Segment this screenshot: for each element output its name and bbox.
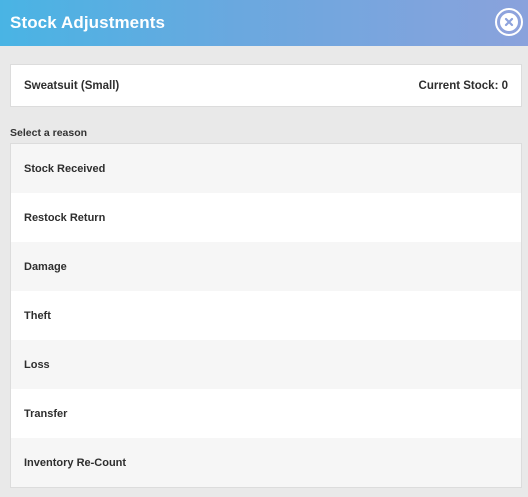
reason-item-loss[interactable]: Loss	[11, 340, 521, 389]
product-name: Sweatsuit (Small)	[24, 79, 120, 92]
reason-item-damage[interactable]: Damage	[11, 242, 521, 291]
reason-item-restock-return[interactable]: Restock Return	[11, 193, 521, 242]
stock-adjustments-modal: Stock Adjustments Sweatsuit (Small) Curr…	[0, 0, 528, 497]
current-stock: Current Stock: 0	[418, 79, 508, 92]
select-reason-label: Select a reason	[10, 127, 88, 139]
modal-title: Stock Adjustments	[10, 13, 166, 32]
reason-item-stock-received[interactable]: Stock Received	[11, 144, 521, 193]
reason-item-inventory-recount[interactable]: Inventory Re-Count	[11, 438, 521, 487]
close-icon	[500, 13, 518, 31]
reason-list: Stock Received Restock Return Damage The…	[10, 143, 522, 488]
close-button[interactable]	[495, 8, 523, 36]
reason-item-theft[interactable]: Theft	[11, 291, 521, 340]
modal-header: Stock Adjustments	[0, 0, 528, 46]
product-card: Sweatsuit (Small) Current Stock: 0	[10, 64, 522, 107]
reason-item-transfer[interactable]: Transfer	[11, 389, 521, 438]
